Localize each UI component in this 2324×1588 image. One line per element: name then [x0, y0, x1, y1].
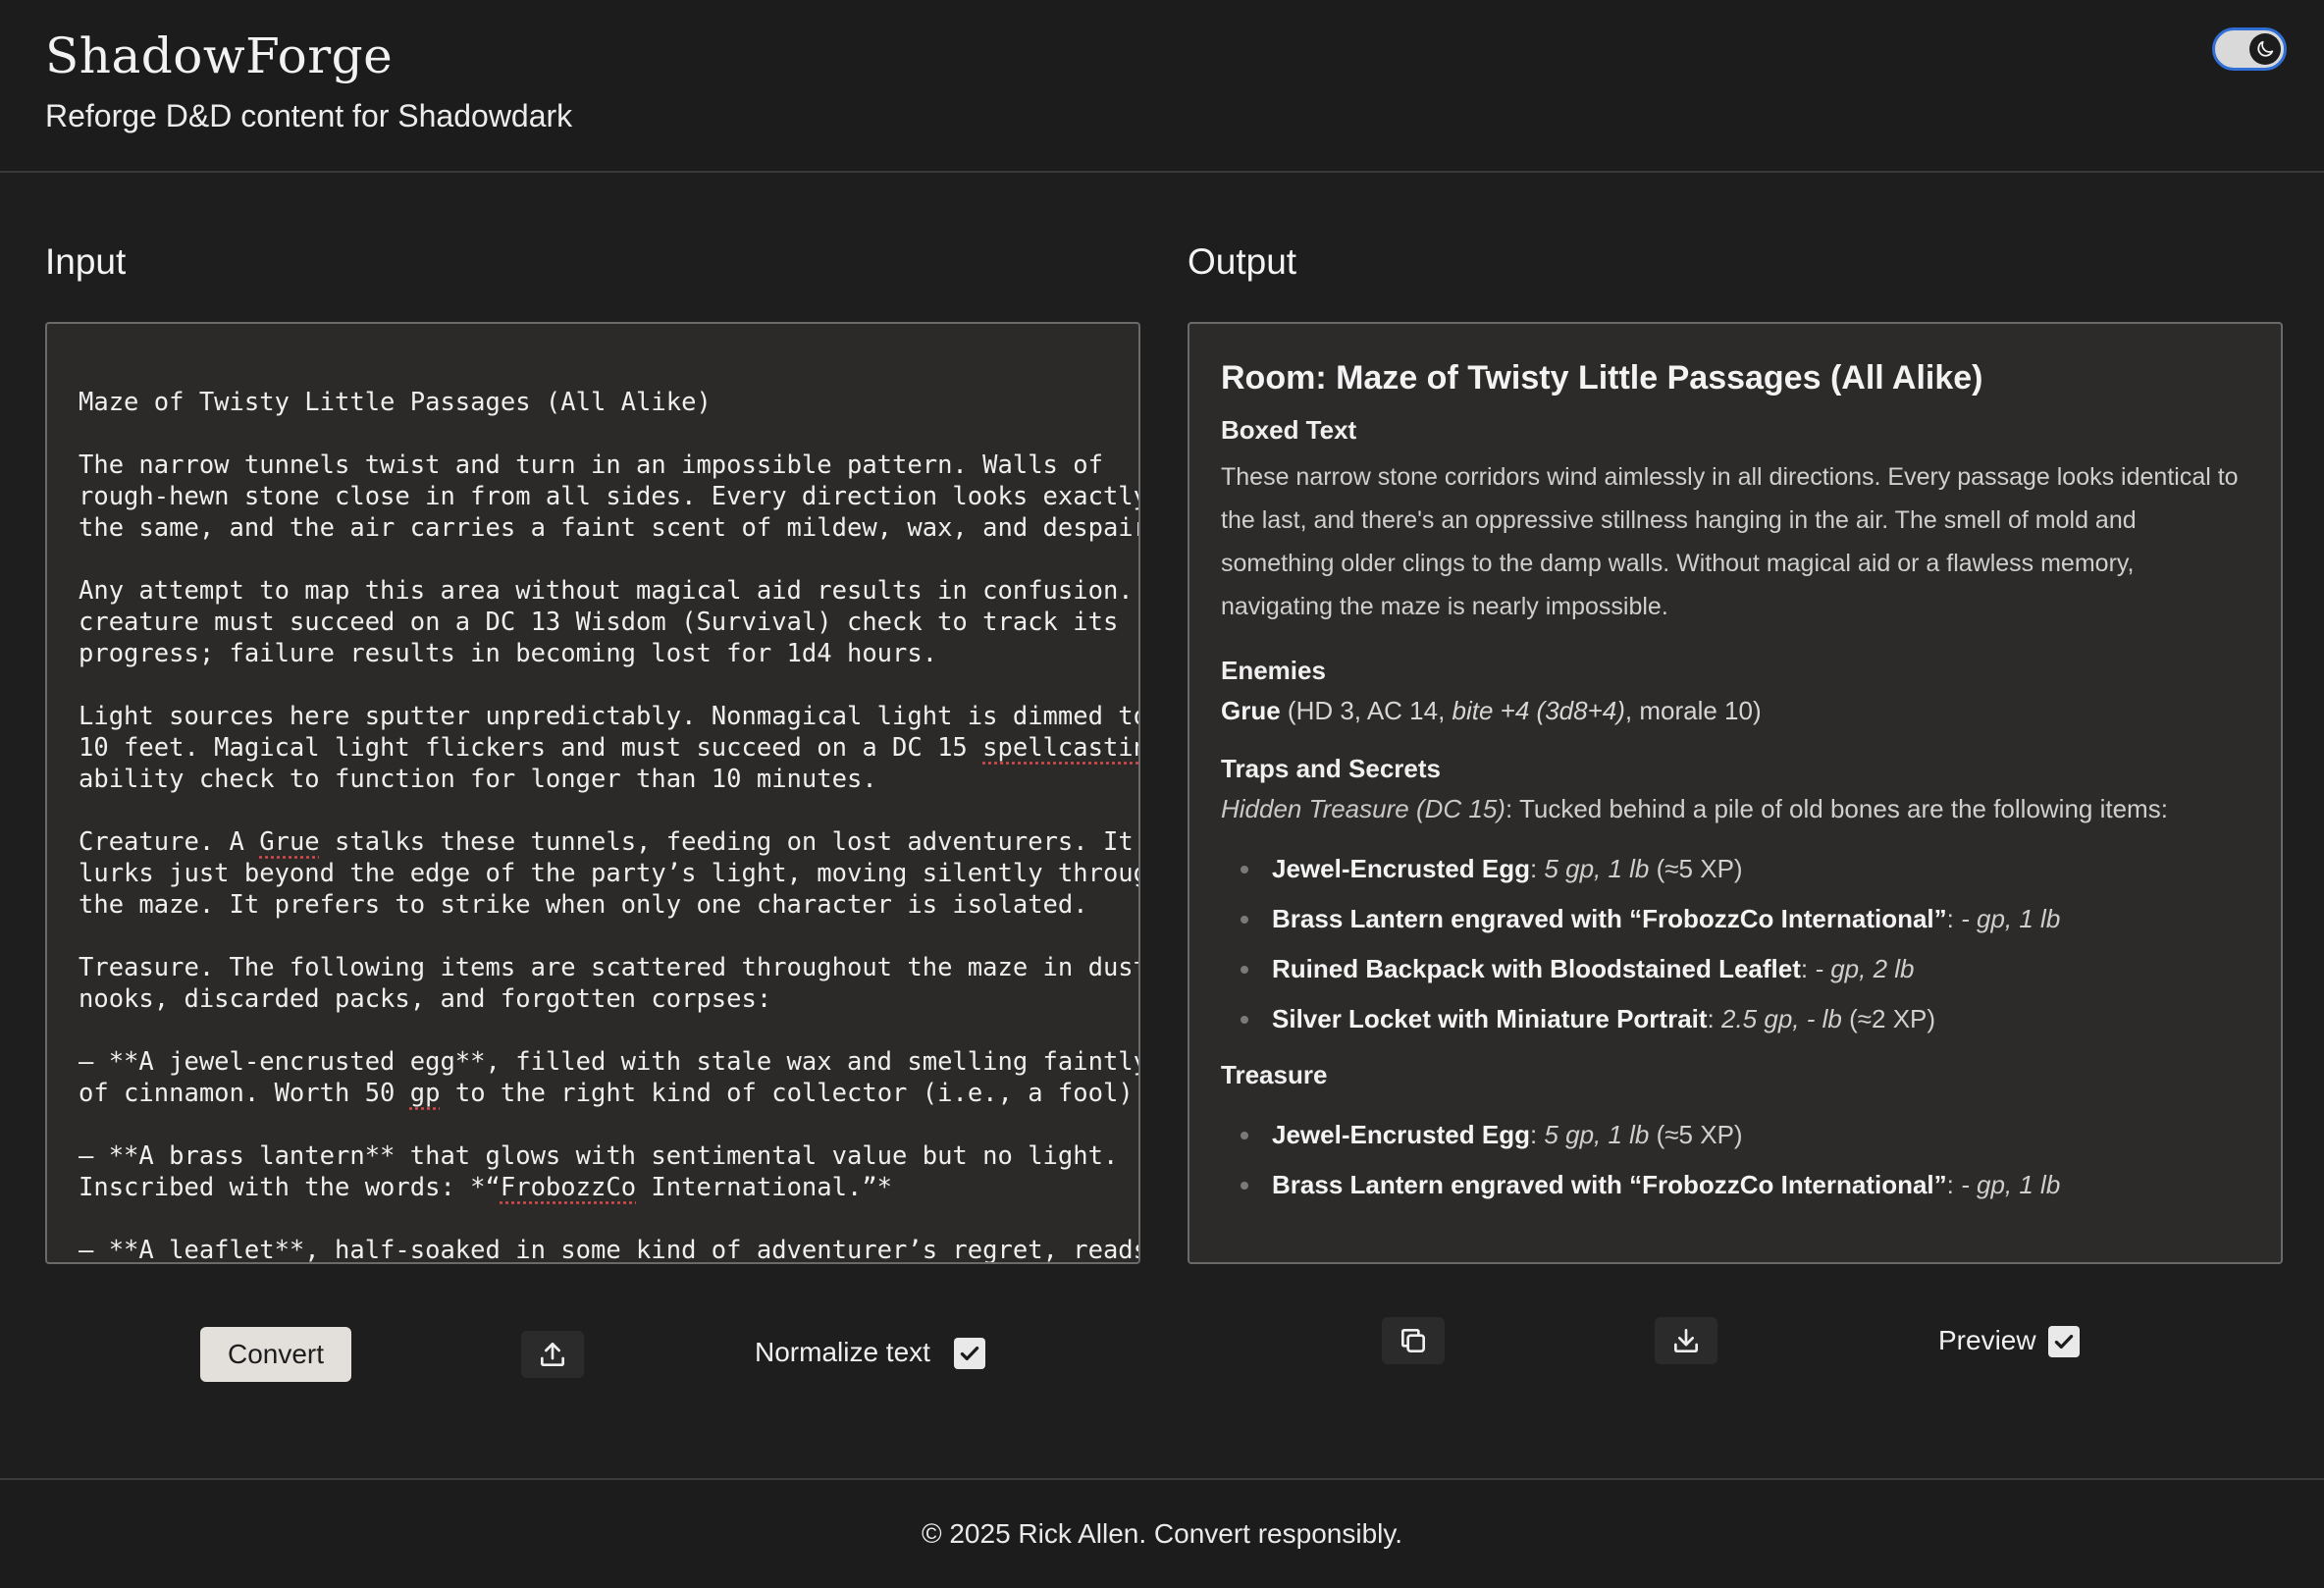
app-header: ShadowForge Reforge D&D content for Shad… [0, 0, 2324, 173]
checkmark-icon [2054, 1334, 2074, 1350]
item-name: Brass Lantern engraved with “FrobozzCo I… [1272, 904, 1947, 933]
theme-toggle[interactable] [2212, 27, 2287, 71]
footer-text: © 2025 Rick Allen. Convert responsibly. [921, 1518, 1403, 1549]
input-textarea[interactable]: Maze of Twisty Little Passages (All Alik… [45, 322, 1140, 1264]
input-paragraph: The narrow tunnels twist and turn in an … [79, 450, 1140, 544]
input-line: Creature. A Grue stalks these tunnels, f… [79, 827, 1134, 857]
list-item: Jewel-Encrusted Egg: 5 gp, 1 lb (≈5 XP) [1241, 844, 2249, 894]
list-item: Ruined Backpack with Bloodstained Leafle… [1241, 944, 2249, 994]
spellcheck-mark: spellcasting [982, 733, 1138, 763]
input-paragraph: Maze of Twisty Little Passages (All Alik… [79, 387, 1109, 418]
traps-label: Hidden Treasure (DC 15) [1221, 794, 1505, 823]
item-name: Jewel-Encrusted Egg [1272, 1120, 1530, 1149]
list-item: Silver Locket with Miniature Portrait: 2… [1241, 994, 2249, 1044]
copy-button[interactable] [1382, 1317, 1445, 1364]
download-button[interactable] [1655, 1317, 1717, 1364]
enemy-name: Grue [1221, 696, 1281, 725]
list-item: Brass Lantern engraved with “FrobozzCo I… [1241, 894, 2249, 944]
checkmark-icon [960, 1346, 979, 1361]
input-paragraph: Any attempt to map this area without mag… [79, 575, 1140, 669]
enemy-stats-post: , morale 10) [1624, 696, 1762, 725]
normalize-text-checkbox[interactable] [954, 1338, 985, 1369]
input-line: the maze. It prefers to strike when only… [79, 890, 1088, 920]
item-value: 5 gp, 1 lb [1544, 854, 1650, 883]
moon-icon [2249, 33, 2281, 65]
input-paragraph: – **A brass lantern** that glows with se… [79, 1140, 1119, 1203]
enemy-line: Grue (HD 3, AC 14, bite +4 (3d8+4), mora… [1221, 696, 2249, 726]
list-item: Jewel-Encrusted Egg: 5 gp, 1 lb (≈5 XP) [1241, 1110, 2249, 1160]
item-name: Silver Locket with Miniature Portrait [1272, 1004, 1708, 1033]
input-line: 10 feet. Magical light flickers and must… [79, 732, 1138, 764]
traps-line: Hidden Treasure (DC 15): Tucked behind a… [1221, 794, 2249, 824]
item-value: - gp, 2 lb [1815, 954, 1915, 983]
input-line: the same, and the air carries a faint sc… [79, 513, 1140, 543]
spellcheck-mark: Grue [259, 827, 320, 857]
traps-text: : Tucked behind a pile of old bones are … [1505, 794, 2168, 823]
room-title: Room: Maze of Twisty Little Passages (Al… [1221, 359, 1983, 397]
input-paragraph: – **A jewel-encrusted egg**, filled with… [79, 1046, 1140, 1109]
boxed-text-heading: Boxed Text [1221, 415, 1357, 445]
input-line: ability check to function for longer tha… [79, 765, 877, 794]
input-line: rough-hewn stone close in from all sides… [79, 482, 1140, 511]
convert-button[interactable]: Convert [200, 1327, 351, 1382]
item-extra: (≈5 XP) [1649, 854, 1743, 883]
app-subtitle: Reforge D&D content for Shadowdark [45, 98, 573, 133]
input-paragraph: Treasure. The following items are scatte… [79, 952, 1140, 1015]
item-value: 5 gp, 1 lb [1544, 1120, 1650, 1149]
input-line: progress; failure results in becoming lo… [79, 639, 938, 668]
list-item: Brass Lantern engraved with “FrobozzCo I… [1241, 1160, 2249, 1210]
input-line: of cinnamon. Worth 50 gp to the right ki… [79, 1079, 1140, 1108]
output-content: Room: Maze of Twisty Little Passages (Al… [1221, 359, 2249, 1238]
item-name: Jewel-Encrusted Egg [1272, 854, 1530, 883]
input-paragraph: – **A leaflet**, half-soaked in some kin… [79, 1235, 1140, 1264]
input-line: nooks, discarded packs, and forgotten co… [79, 984, 772, 1014]
normalize-text-label: Normalize text [755, 1337, 930, 1367]
output-section-label: Output [1188, 241, 1297, 282]
download-icon [1674, 1329, 1698, 1352]
input-line: Inscribed with the words: *“FrobozzCo In… [79, 1173, 893, 1202]
preview-label: Preview [1938, 1325, 2036, 1355]
item-name: Ruined Backpack with Bloodstained Leafle… [1272, 954, 1801, 983]
item-value: - gp, 1 lb [1961, 904, 2061, 933]
copy-icon [1401, 1329, 1425, 1352]
app-title: ShadowForge [45, 27, 394, 84]
input-line: – **A jewel-encrusted egg**, filled with… [79, 1047, 1140, 1077]
input-line: Light sources here sputter unpredictably… [79, 702, 1140, 731]
item-value: 2.5 gp, - lb [1721, 1004, 1842, 1033]
input-text: Maze of Twisty Little Passages (All Alik… [79, 387, 1140, 1264]
input-section-label: Input [45, 241, 127, 282]
spellcheck-mark: gp [409, 1079, 441, 1108]
trap-items-list: Jewel-Encrusted Egg: 5 gp, 1 lb (≈5 XP) B… [1241, 844, 2249, 1044]
item-value: - gp, 1 lb [1961, 1170, 2061, 1199]
item-extra: (≈2 XP) [1841, 1004, 1936, 1033]
output-preview: Room: Maze of Twisty Little Passages (Al… [1188, 322, 2283, 1264]
input-line: lurks just beyond the edge of the party’… [79, 859, 1140, 888]
preview-checkbox[interactable] [2048, 1326, 2080, 1357]
input-line: Any attempt to map this area without mag… [79, 576, 1140, 606]
input-line: creature must succeed on a DC 13 Wisdom … [79, 608, 1119, 637]
footer: © 2025 Rick Allen. Convert responsibly. [0, 1478, 2324, 1588]
treasure-items-list: Jewel-Encrusted Egg: 5 gp, 1 lb (≈5 XP) B… [1241, 1110, 2249, 1210]
item-extra: (≈5 XP) [1649, 1120, 1743, 1149]
enemy-attack: bite +4 (3d8+4) [1452, 696, 1625, 725]
item-name: Brass Lantern engraved with “FrobozzCo I… [1272, 1170, 1947, 1199]
boxed-text: These narrow stone corridors wind aimles… [1221, 463, 2239, 620]
input-line: – **A leaflet**, half-soaked in some kin… [79, 1236, 1140, 1264]
enemy-stats-pre: (HD 3, AC 14, [1280, 696, 1452, 725]
spellcheck-mark: FrobozzCo [500, 1173, 637, 1202]
input-line: Treasure. The following items are scatte… [79, 953, 1140, 982]
input-line: The narrow tunnels twist and turn in an … [79, 450, 1103, 480]
upload-button[interactable] [521, 1331, 584, 1378]
treasure-heading: Treasure [1221, 1060, 1328, 1089]
input-paragraph: Creature. A Grue stalks these tunnels, f… [79, 826, 1140, 921]
input-line: – **A brass lantern** that glows with se… [79, 1141, 1119, 1171]
enemies-heading: Enemies [1221, 656, 1326, 685]
input-line: Maze of Twisty Little Passages (All Alik… [79, 388, 712, 417]
traps-heading: Traps and Secrets [1221, 754, 1441, 783]
input-paragraph: Light sources here sputter unpredictably… [79, 701, 1140, 795]
upload-icon [541, 1343, 564, 1366]
